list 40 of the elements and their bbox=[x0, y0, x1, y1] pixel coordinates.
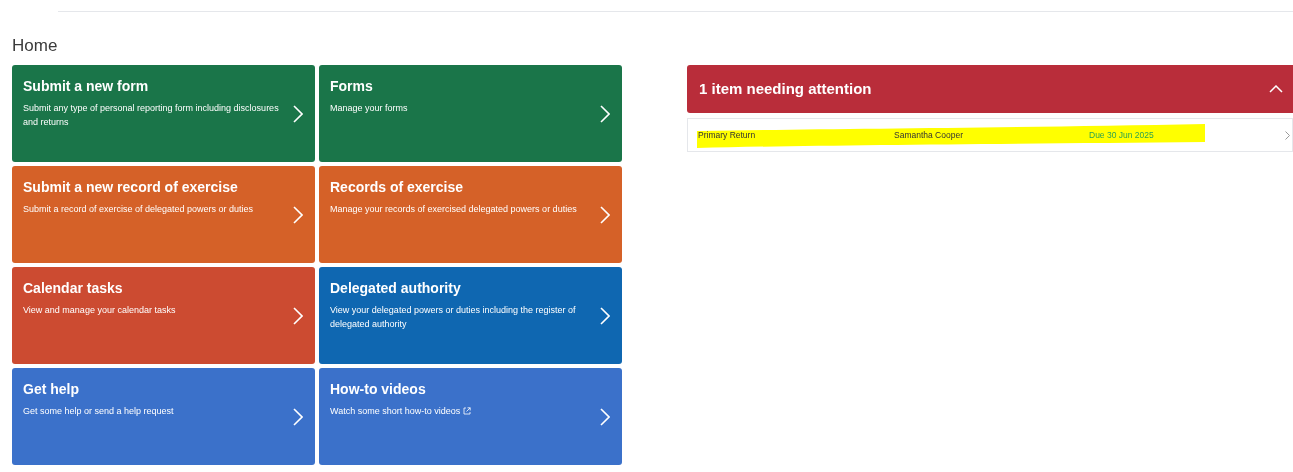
chevron-right-icon bbox=[600, 206, 610, 224]
item-person: Samantha Cooper bbox=[894, 128, 964, 142]
tile-title: Delegated authority bbox=[330, 279, 462, 297]
item-name: Primary Return bbox=[698, 128, 757, 142]
navigation-tile[interactable]: Get help Get some help or send a help request bbox=[12, 368, 315, 465]
tile-description: Manage your forms bbox=[330, 102, 408, 115]
attention-item[interactable]: Primary Return Samantha Cooper Due 30 Jun 2025 bbox=[687, 118, 1293, 152]
chevron-right-icon bbox=[293, 307, 303, 325]
chevron-right-icon bbox=[293, 105, 303, 123]
tile-description: Get some help or send a help request bbox=[23, 405, 174, 418]
tile-title: Forms bbox=[330, 77, 374, 95]
navigation-tile[interactable]: Records of exercise Manage your records of exercised delegated powers or duties bbox=[319, 166, 622, 263]
due-date: Due 30 Jun 2025 bbox=[1089, 128, 1155, 142]
chevron-right-icon bbox=[600, 307, 610, 325]
tile-description: View and manage your calendar tasks bbox=[23, 304, 176, 317]
panel-title: 1 item needing attention bbox=[699, 78, 872, 99]
navigation-tile[interactable]: How-to videos Watch some short how-to videos bbox=[319, 368, 622, 465]
tile-title: Calendar tasks bbox=[23, 279, 124, 297]
tile-title: Records of exercise bbox=[330, 178, 465, 196]
tile-description: Manage your records of exercised delegated powers or duties bbox=[330, 203, 577, 216]
tile-title: How-to videos bbox=[330, 380, 427, 398]
tile-title: Get help bbox=[23, 380, 80, 398]
page-title: Home bbox=[12, 35, 58, 57]
tile-description: Watch some short how-to videos bbox=[330, 405, 461, 418]
chevron-right-icon bbox=[1285, 130, 1290, 140]
chevron-right-icon bbox=[600, 105, 610, 123]
chevron-right-icon bbox=[600, 408, 610, 426]
chevron-right-icon bbox=[293, 206, 303, 224]
navigation-tile[interactable]: Forms Manage your forms bbox=[319, 65, 622, 162]
tile-description: Submit any type of personal reporting form including disclosures and returns bbox=[23, 102, 280, 129]
tile-description: View your delegated powers or duties including the register of delegated authority bbox=[330, 304, 577, 331]
tile-title: Submit a new form bbox=[23, 77, 150, 95]
navigation-tile[interactable]: Submit a new form Submit any type of personal reporting form including disclosures and returns bbox=[12, 65, 315, 162]
tile-description: Submit a record of exercise of delegated powers or duties bbox=[23, 203, 254, 216]
chevron-right-icon bbox=[293, 408, 303, 426]
navigation-tile[interactable]: Delegated authority View your delegated powers or duties including the register of delegated authority bbox=[319, 267, 622, 364]
navigation-tile[interactable]: Submit a new record of exercise Submit a record of exercise of delegated powers or duties bbox=[12, 166, 315, 263]
tile-title: Submit a new record of exercise bbox=[23, 178, 239, 196]
navigation-tile[interactable]: Calendar tasks View and manage your calendar tasks bbox=[12, 267, 315, 364]
panel-header[interactable]: 1 item needing attention bbox=[687, 65, 1293, 113]
